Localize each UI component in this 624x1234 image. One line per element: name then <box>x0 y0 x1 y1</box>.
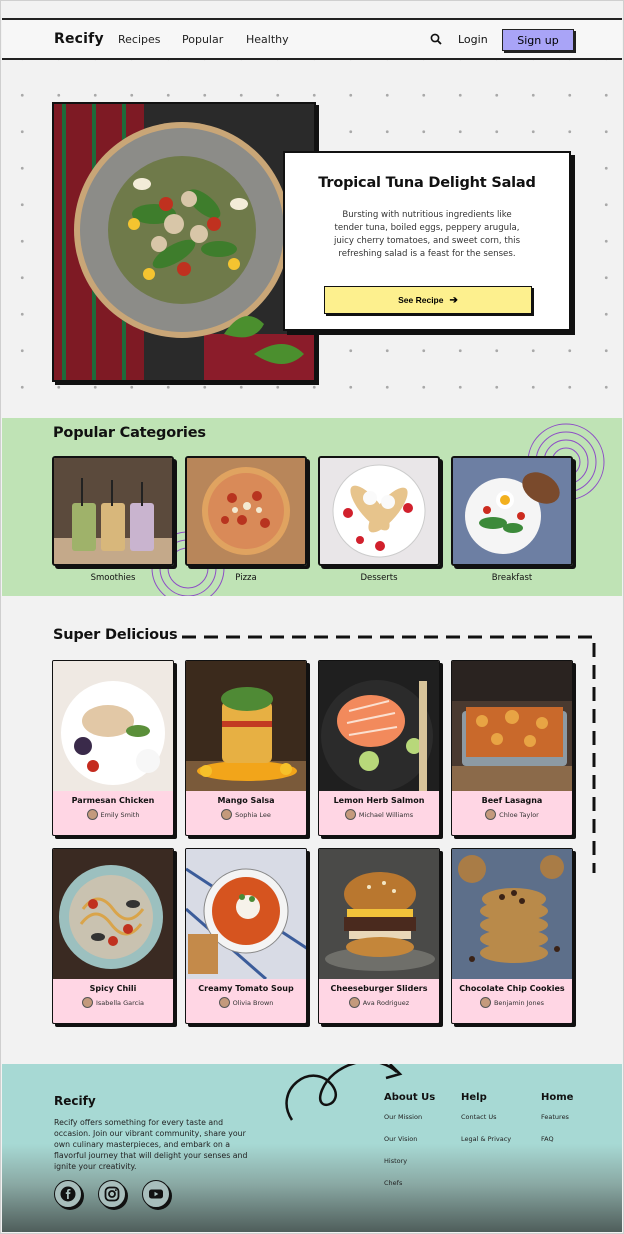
category-image <box>52 456 174 566</box>
search-icon[interactable] <box>430 33 442 45</box>
recipe-name: Chocolate Chip Cookies <box>459 984 565 993</box>
nav-link-recipes[interactable]: Recipes <box>118 33 161 46</box>
nav-logo[interactable]: Recify <box>54 31 104 47</box>
footer-link-chefs[interactable]: Chefs <box>384 1179 402 1187</box>
recipe-name: Mango Salsa <box>217 796 275 805</box>
recipe-author[interactable]: Chloe Taylor <box>452 809 572 820</box>
recipe-author[interactable]: Michael Williams <box>319 809 439 820</box>
recipe-name: Creamy Tomato Soup <box>198 984 294 993</box>
footer-heading-about: About Us <box>384 1092 436 1103</box>
recipe-image <box>53 849 173 979</box>
author-name: Olivia Brown <box>232 998 274 1007</box>
recipe-card[interactable]: Spicy Chili Isabella Garcia <box>52 848 174 1024</box>
recipe-card[interactable]: Mango Salsa Sophia Lee <box>185 660 307 836</box>
avatar <box>82 997 93 1008</box>
see-recipe-label: See Recipe <box>398 295 444 305</box>
arrow-right-icon: ➔ <box>449 294 458 306</box>
avatar <box>344 809 356 820</box>
hero-salad-image <box>52 102 316 382</box>
author-name: Isabella Garcia <box>96 998 144 1007</box>
recipe-image <box>319 849 439 979</box>
recipe-name: Spicy Chili <box>89 984 137 993</box>
footer-link-legal-privacy[interactable]: Legal & Privacy <box>461 1135 511 1143</box>
footer-link-history[interactable]: History <box>384 1157 407 1165</box>
author-name: Ava Rodriguez <box>362 998 410 1007</box>
signup-button[interactable]: Sign up <box>502 29 574 51</box>
category-label: Smoothies <box>90 573 136 583</box>
author-name: Emily Smith <box>100 810 140 819</box>
hero-card: Tropical Tuna Delight Salad Bursting wit… <box>283 151 571 331</box>
author-name: Sophia Lee <box>235 810 271 819</box>
category-label: Pizza <box>235 573 257 583</box>
footer-description: Recify offers something for every taste … <box>54 1118 248 1171</box>
category-image <box>318 456 440 566</box>
recipe-name: Beef Lasagna <box>481 796 543 805</box>
recipe-author[interactable]: Sophia Lee <box>186 809 306 820</box>
recipe-author[interactable]: Benjamin Jones <box>452 997 572 1008</box>
recipe-card[interactable]: Chocolate Chip Cookies Benjamin Jones <box>451 848 573 1024</box>
footer-heading-home: Home <box>541 1092 574 1103</box>
recipe-author[interactable]: Olivia Brown <box>186 997 306 1008</box>
see-recipe-button[interactable]: See Recipe ➔ <box>324 286 532 314</box>
recipe-author[interactable]: Isabella Garcia <box>53 997 173 1008</box>
avatar <box>348 997 360 1008</box>
categories-title: Popular Categories <box>53 425 206 441</box>
instagram-icon[interactable] <box>98 1180 126 1208</box>
footer-heading-help: Help <box>461 1092 487 1103</box>
avatar <box>86 809 98 820</box>
hero-description: Bursting with nutritious ingredients lik… <box>333 210 521 259</box>
recipe-name: Lemon Herb Salmon <box>333 796 425 805</box>
footer-link-our-mission[interactable]: Our Mission <box>384 1113 422 1121</box>
category-desserts[interactable]: Desserts <box>318 456 440 583</box>
avatar <box>221 809 233 820</box>
recipe-image <box>452 849 572 979</box>
recipe-card[interactable]: Lemon Herb Salmon Michael Williams <box>318 660 440 836</box>
recipe-author[interactable]: Emily Smith <box>53 809 173 820</box>
avatar <box>218 997 230 1008</box>
recipe-name: Parmesan Chicken <box>71 796 155 805</box>
recipe-card[interactable]: Parmesan Chicken Emily Smith <box>52 660 174 836</box>
recipe-card[interactable]: Creamy Tomato Soup Olivia Brown <box>185 848 307 1024</box>
category-pizza[interactable]: Pizza <box>185 456 307 583</box>
category-breakfast[interactable]: Breakfast <box>451 456 573 583</box>
popular-categories-section: Popular Categories Smoothies Pizza Desse… <box>2 418 622 596</box>
category-smoothies[interactable]: Smoothies <box>52 456 174 583</box>
super-delicious-title: Super Delicious <box>53 627 178 643</box>
recipe-image <box>452 661 572 791</box>
recipe-card[interactable]: Cheeseburger Sliders Ava Rodriguez <box>318 848 440 1024</box>
category-image <box>185 456 307 566</box>
footer-link-contact-us[interactable]: Contact Us <box>461 1113 497 1121</box>
recipe-image <box>186 849 306 981</box>
recipe-image <box>53 661 173 791</box>
nav-link-healthy[interactable]: Healthy <box>246 33 289 46</box>
author-name: Benjamin Jones <box>493 998 545 1007</box>
footer: Recify Recify offers something for every… <box>2 1064 622 1232</box>
recipe-author[interactable]: Ava Rodriguez <box>319 997 439 1008</box>
footer-logo[interactable]: Recify <box>54 1094 96 1108</box>
avatar <box>485 809 497 820</box>
hero-title: Tropical Tuna Delight Salad <box>318 175 536 191</box>
youtube-icon[interactable] <box>142 1180 170 1208</box>
recipe-image <box>319 661 439 792</box>
avatar <box>479 997 491 1008</box>
recipe-name: Cheeseburger Sliders <box>330 984 428 993</box>
footer-link-faq[interactable]: FAQ <box>541 1135 554 1143</box>
nav-link-popular[interactable]: Popular <box>182 33 223 46</box>
facebook-icon[interactable] <box>54 1180 82 1208</box>
category-image <box>451 456 573 566</box>
login-link[interactable]: Login <box>458 33 488 46</box>
recipe-image <box>186 661 306 791</box>
footer-link-our-vision[interactable]: Our Vision <box>384 1135 417 1143</box>
footer-link-features[interactable]: Features <box>541 1113 569 1121</box>
category-label: Desserts <box>360 573 398 583</box>
recipe-card[interactable]: Beef Lasagna Chloe Taylor <box>451 660 573 836</box>
author-name: Michael Williams <box>358 810 414 819</box>
top-nav: Recify Recipes Popular Healthy Login Sig… <box>2 18 622 60</box>
category-label: Breakfast <box>491 573 533 583</box>
author-name: Chloe Taylor <box>499 810 539 819</box>
